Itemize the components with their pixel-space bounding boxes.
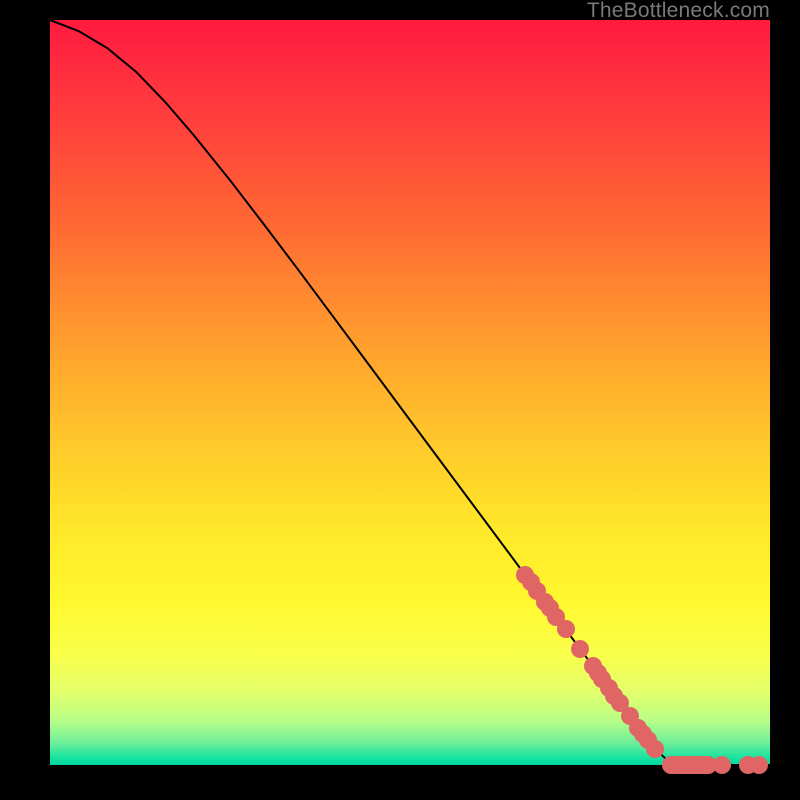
chart-series-markers <box>50 20 770 765</box>
data-marker <box>750 756 768 774</box>
data-marker <box>557 620 575 638</box>
data-marker <box>646 740 664 758</box>
watermark: TheBottleneck.com <box>587 0 770 21</box>
chart-plot-area <box>50 20 770 765</box>
data-marker <box>571 640 589 658</box>
data-marker <box>713 756 731 774</box>
